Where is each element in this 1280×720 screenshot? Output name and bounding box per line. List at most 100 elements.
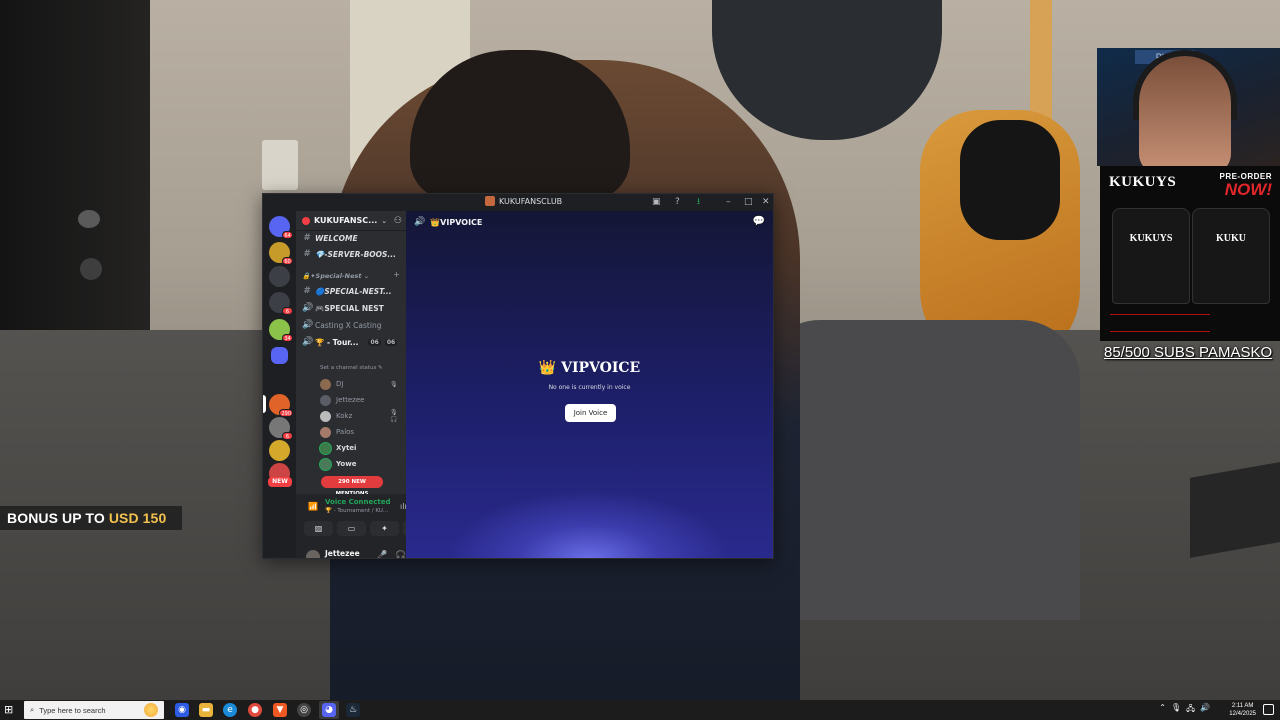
server-kukufansclub[interactable]: 290	[269, 394, 293, 417]
channel-status-hint[interactable]: Set a channel status ✎	[320, 365, 383, 371]
voice-status[interactable]: Voice Connected	[325, 498, 391, 506]
title-bar[interactable]: KUKUFANSCLUB ▣ ? ⭳ – □ ✕	[263, 194, 773, 211]
jersey-front: KUKUYS	[1112, 208, 1190, 304]
bonus-amount: USD 150	[108, 510, 167, 526]
help-icon[interactable]: ?	[675, 196, 680, 208]
notification-icon[interactable]	[1263, 704, 1274, 715]
network-icon[interactable]: 🖧	[1186, 703, 1195, 717]
hash-icon: #	[303, 233, 310, 243]
discord-taskbar-icon[interactable]: ◕	[322, 703, 336, 717]
channel-header: 🔊 👑VIPVOICE 💬	[406, 211, 773, 233]
system-tray: ⌃ 🎙 🖧 🔊	[1159, 703, 1210, 717]
channel-tournament-label: 🏆 - Tour...	[315, 337, 359, 347]
invite-icon[interactable]: ⚇	[394, 216, 402, 226]
server-header[interactable]: KUKUFANSC... ⌄ ⚇	[296, 211, 406, 231]
chrome-icon[interactable]: ●	[248, 703, 262, 717]
channel-welcome-label: 𝙒𝙀𝙇𝘾𝙊𝙈𝙀	[315, 233, 358, 243]
wall-outlet	[262, 140, 298, 190]
inbox-icon[interactable]: ▣	[652, 196, 661, 208]
server-folder-3[interactable]: 6	[269, 292, 293, 315]
badge-folder-4: 34	[282, 334, 293, 342]
file-explorer-icon[interactable]: ▬	[199, 703, 213, 717]
member-name: Palos	[336, 428, 355, 436]
maximize-button[interactable]: □	[744, 196, 753, 208]
door-knob	[78, 210, 100, 228]
category-special-nest[interactable]: 🔒✦Special-Nest ⌄	[302, 272, 369, 280]
header-channel-name: 👑VIPVOICE	[430, 217, 483, 227]
activities-button[interactable]: ✦	[370, 521, 399, 536]
headphones-toggle-icon[interactable]: 🎧	[395, 551, 406, 558]
voice-view: 🔊 👑VIPVOICE 💬 👑 VIPVOICE No one is curre…	[406, 211, 773, 558]
server-home[interactable]: 64	[269, 216, 293, 239]
microphone-tray-icon[interactable]: 🎙	[1171, 703, 1181, 717]
server-folder-5[interactable]: 6	[269, 417, 293, 440]
channel-tournament[interactable]: 🔊 🏆 - Tour... 06 06	[302, 335, 398, 349]
speaker-icon: 🔊	[302, 337, 314, 347]
voice-member[interactable]: Xytei	[320, 441, 356, 455]
close-button[interactable]: ✕	[762, 196, 770, 208]
screen-share-button[interactable]: ▭	[337, 521, 366, 536]
clock[interactable]: 2:11 AM 12/4/2025	[1229, 702, 1256, 718]
brave-icon[interactable]: ▼	[273, 703, 287, 717]
pickguard	[960, 120, 1060, 240]
add-channel-icon[interactable]: +	[393, 270, 400, 279]
channel-welcome[interactable]: # 𝙒𝙀𝙇𝘾𝙊𝙈𝙀	[302, 231, 358, 245]
volume-icon[interactable]: 🔊	[1200, 703, 1210, 717]
camera-button[interactable]: ▨	[304, 521, 333, 536]
window-title-group: KUKUFANSCLUB	[485, 196, 562, 206]
channel-server-boost[interactable]: # 💎-SERVER-BOOS...	[302, 247, 396, 261]
badge-kukufansclub: 290	[279, 409, 293, 417]
windows-logo-icon[interactable]: ⊞	[4, 703, 13, 716]
chevron-down-icon: ⌄	[381, 216, 388, 225]
channel-special-nest-voice[interactable]: 🔊 🎮SPECIAL NEST	[302, 301, 384, 315]
server-rail: 64 60 6 34 290 6 NEW	[263, 211, 296, 558]
channel-sidebar: KUKUFANSC... ⌄ ⚇ # 𝙒𝙀𝙇𝘾𝙊𝙈𝙀 # 💎-SERVER-BOOS…	[296, 211, 439, 558]
signal-icon[interactable]: 📶	[308, 502, 318, 511]
clock-date: 12/4/2025	[1229, 711, 1256, 717]
search-box[interactable]: ⌕ Type here to search	[24, 701, 164, 719]
server-folder-icon[interactable]	[271, 347, 288, 364]
voice-member[interactable]: DJ 🎙	[320, 377, 398, 391]
server-icon	[302, 216, 310, 225]
new-mentions-pill[interactable]: 290 NEW MENTIONS	[321, 476, 383, 497]
steam-icon[interactable]: ♨	[346, 703, 360, 717]
messenger-icon[interactable]: ◉	[175, 703, 189, 717]
avatar	[320, 410, 331, 422]
server-folder-4[interactable]: 34	[269, 319, 293, 342]
deafened-icon: 🎙🎧	[390, 409, 398, 423]
ad-fine-print	[1110, 314, 1210, 332]
voice-member[interactable]: Palos	[320, 425, 354, 439]
channel-casting[interactable]: 🔊 Casting X Casting	[302, 318, 381, 332]
window-title: KUKUFANSCLUB	[499, 196, 563, 206]
badge-folder-1: 60	[282, 257, 293, 265]
server-folder-1[interactable]: 60	[269, 242, 293, 265]
member-name: Xytei	[336, 444, 357, 452]
avatar	[320, 378, 331, 390]
server-folder-6[interactable]	[269, 440, 290, 461]
join-voice-button[interactable]: Join Voice	[565, 404, 616, 422]
jersey-back-text: KUKU	[1216, 233, 1246, 244]
voice-member[interactable]: Yowe	[320, 457, 356, 471]
chat-icon[interactable]: 💬	[753, 216, 765, 227]
bonus-prefix: BONUS UP TO	[7, 510, 105, 526]
voice-location[interactable]: 🏆 - Tournament / KU...	[325, 508, 388, 514]
avatar[interactable]	[306, 550, 320, 558]
hash-icon: #	[303, 286, 310, 296]
new-server-badge: NEW	[268, 477, 292, 487]
channel-special-nest-text[interactable]: # 🔵SPECIAL-NEST...	[302, 284, 391, 298]
download-icon[interactable]: ⭳	[697, 196, 700, 208]
minimize-button[interactable]: –	[726, 196, 731, 208]
channel-special-nest-voice-label: 🎮SPECIAL NEST	[315, 303, 384, 313]
voice-member[interactable]: Jettezee	[320, 393, 364, 407]
weather-icon[interactable]	[144, 703, 158, 717]
speaker-icon: 🔊	[302, 320, 314, 330]
server-folder-2[interactable]	[269, 266, 290, 287]
voice-member[interactable]: Kokz 🎙🎧	[320, 409, 398, 423]
obs-icon[interactable]: ◎	[297, 703, 311, 717]
chevron-up-icon[interactable]: ⌃	[1159, 703, 1166, 717]
microphone-icon[interactable]: 🎤	[376, 551, 387, 558]
user-name[interactable]: Jettezee	[325, 549, 360, 558]
edge-icon[interactable]: e	[223, 703, 237, 717]
subs-counter: 85/500 SUBS PAMASKO	[1104, 344, 1273, 361]
badge-folder-3: 6	[282, 307, 293, 315]
